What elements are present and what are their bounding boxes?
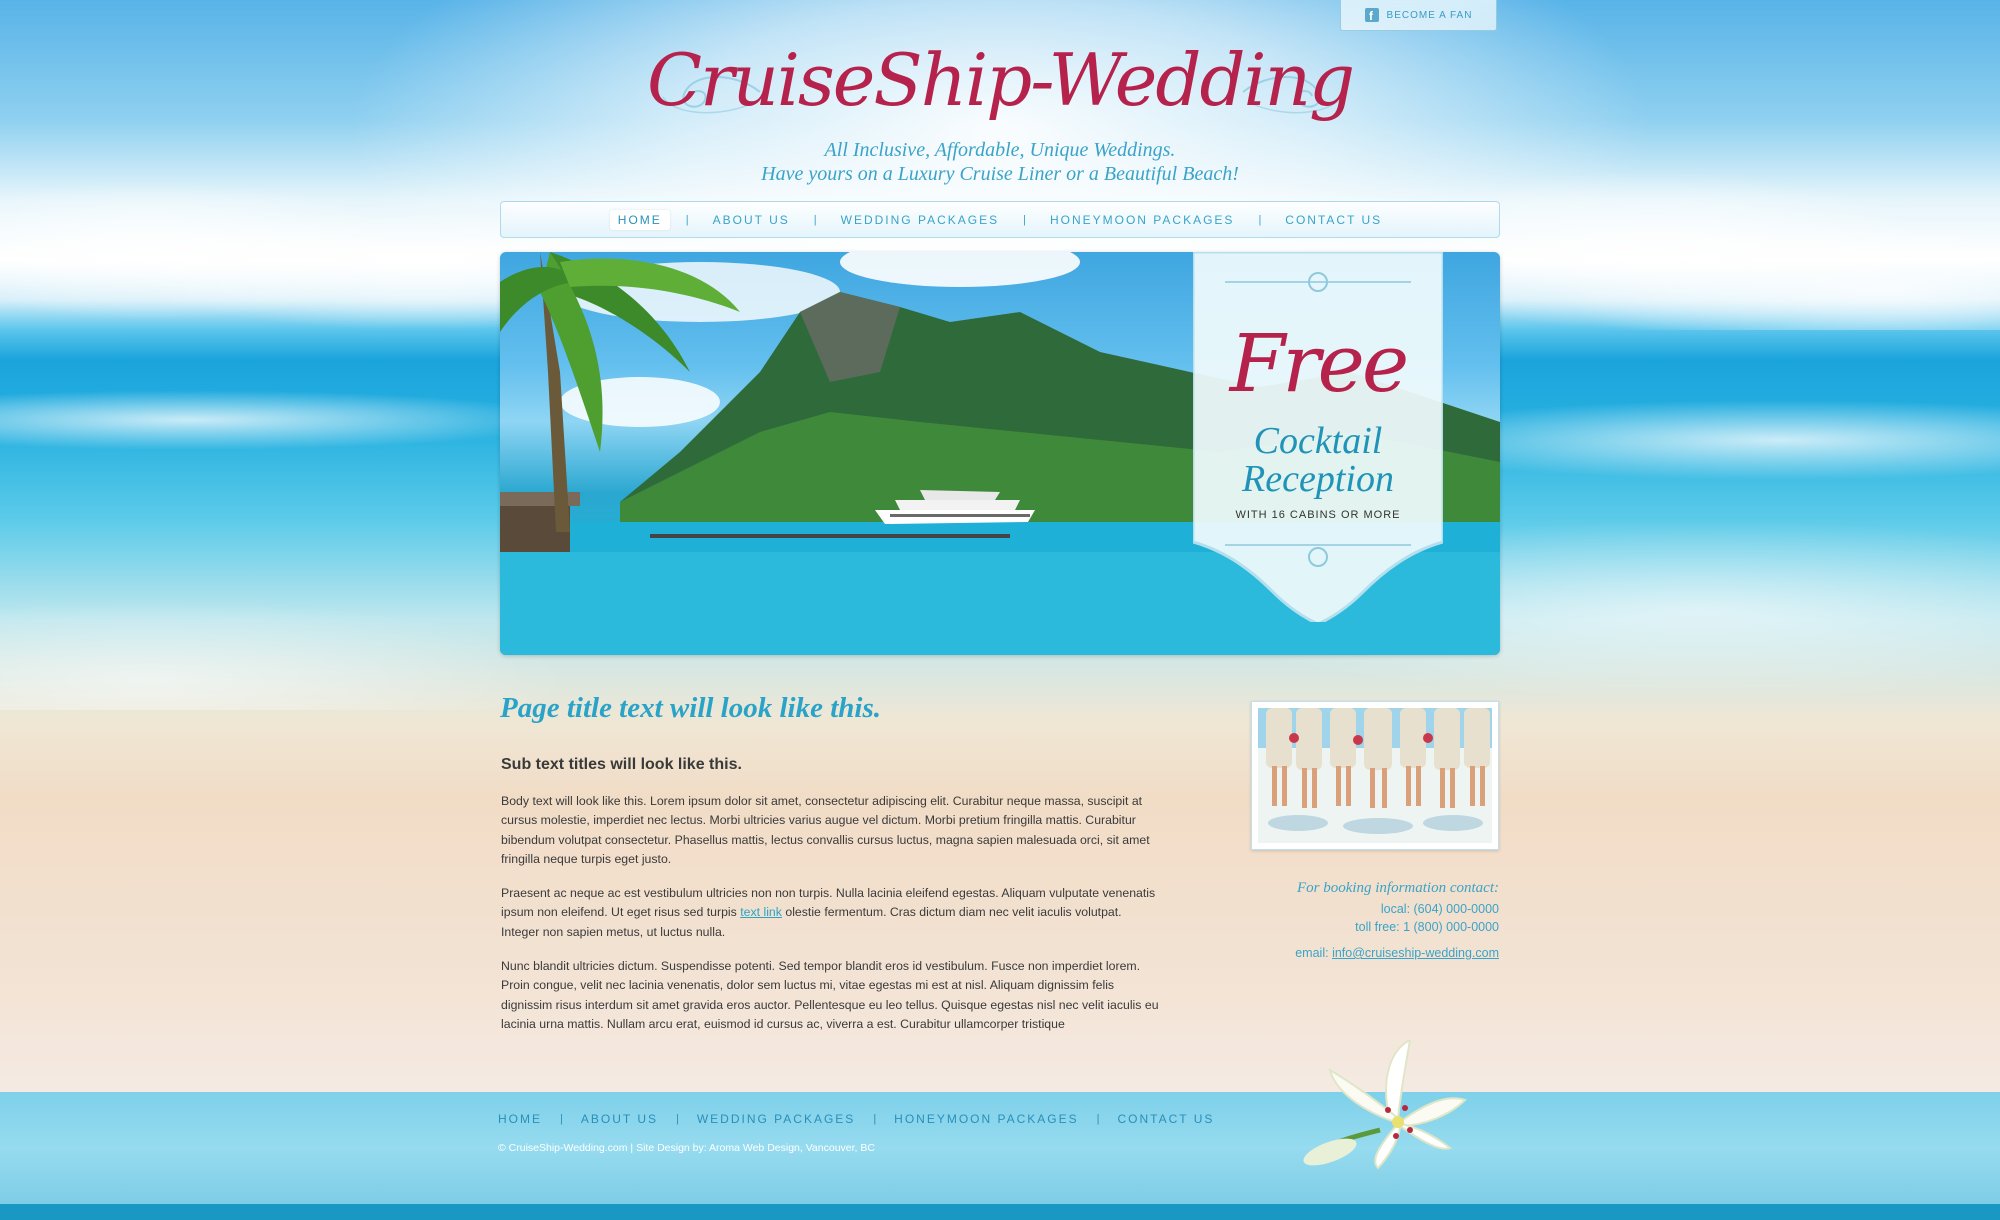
- tagline-line-2: Have yours on a Luxury Cruise Liner or a…: [761, 163, 1239, 185]
- footer-nav-separator: |: [675, 1113, 679, 1125]
- contact-local-phone: local: (604) 000-0000: [1380, 902, 1499, 916]
- footer-bottom-bar: [0, 1204, 2000, 1220]
- become-a-fan-button[interactable]: f BECOME A FAN: [1340, 0, 1497, 31]
- footer-nav-home[interactable]: HOME: [498, 1112, 542, 1126]
- nav-wedding-packages[interactable]: WEDDING PACKAGES: [833, 210, 1007, 230]
- nav-separator: |: [685, 213, 689, 226]
- bridesmaids-photo: [1251, 701, 1499, 850]
- nav-honeymoon-packages[interactable]: HONEYMOON PACKAGES: [1042, 210, 1242, 230]
- promo-reception: Reception: [1242, 458, 1394, 500]
- footer-nav-about-us[interactable]: ABOUT US: [581, 1112, 658, 1126]
- page-title: Page title text will look like this.: [500, 692, 882, 724]
- nav-about-us[interactable]: ABOUT US: [705, 210, 798, 230]
- copyright-text: © CruiseShip-Wedding.com | Site Design b…: [498, 1142, 875, 1154]
- footer: [0, 1092, 2000, 1204]
- tagline-line-1: All Inclusive, Affordable, Unique Weddin…: [824, 139, 1176, 161]
- footer-nav-wedding-packages[interactable]: WEDDING PACKAGES: [697, 1112, 855, 1126]
- sub-title: Sub text titles will look like this.: [501, 756, 742, 773]
- footer-nav-separator: |: [560, 1113, 563, 1125]
- footer-nav-separator: |: [873, 1113, 877, 1125]
- nav-home[interactable]: HOME: [609, 209, 670, 230]
- nav-contact-us[interactable]: CONTACT US: [1277, 210, 1390, 230]
- nav-separator: |: [1023, 213, 1026, 226]
- body-text: Body text will look like this. Lorem ips…: [501, 792, 1161, 1049]
- lily-flower-decoration: [1303, 1040, 1467, 1170]
- nav-separator: |: [1258, 213, 1262, 226]
- footer-nav-honeymoon-packages[interactable]: HONEYMOON PACKAGES: [894, 1112, 1078, 1126]
- contact-heading: For booking information contact:: [1296, 880, 1499, 896]
- photo-image: [1258, 708, 1492, 843]
- site-tagline: All Inclusive, Affordable, Unique Weddin…: [0, 138, 2000, 186]
- paragraph-3: Nunc blandit ultricies dictum. Suspendis…: [501, 959, 1159, 1031]
- email-label: email:: [1295, 946, 1333, 960]
- paragraph-2: Praesent ac neque ac est vestibulum ultr…: [501, 884, 1161, 942]
- contact-email-line: email: info@cruiseship-wedding.com: [1200, 944, 1499, 962]
- facebook-icon: f: [1364, 8, 1379, 22]
- fan-button-label: BECOME A FAN: [1386, 9, 1473, 21]
- main-nav: HOME | ABOUT US | WEDDING PACKAGES | HON…: [500, 201, 1500, 238]
- hero-banner[interactable]: Free Cocktail Reception WITH 16 CABINS O…: [500, 252, 1500, 655]
- bridesmaids-illustration: [1258, 708, 1492, 843]
- footer-nav-separator: |: [1096, 1113, 1100, 1125]
- nav-separator: |: [813, 213, 817, 226]
- contact-tollfree-phone: toll free: 1 (800) 000-0000: [1355, 920, 1499, 934]
- booking-contact: For booking information contact: local: …: [1200, 879, 1499, 962]
- promo-free: Free: [1229, 317, 1409, 410]
- promo-cocktail: Cocktail: [1253, 420, 1383, 462]
- footer-nav: HOME | ABOUT US | WEDDING PACKAGES | HON…: [498, 1112, 1214, 1126]
- footer-nav-contact-us[interactable]: CONTACT US: [1118, 1112, 1215, 1126]
- text-link[interactable]: text link: [740, 905, 782, 919]
- paragraph-1: Body text will look like this. Lorem ips…: [501, 794, 1150, 866]
- site-logo[interactable]: CruiseShip-Wedding: [0, 38, 2000, 122]
- email-link[interactable]: info@cruiseship-wedding.com: [1332, 946, 1499, 960]
- promo-subtext: WITH 16 CABINS OR MORE: [1235, 509, 1401, 521]
